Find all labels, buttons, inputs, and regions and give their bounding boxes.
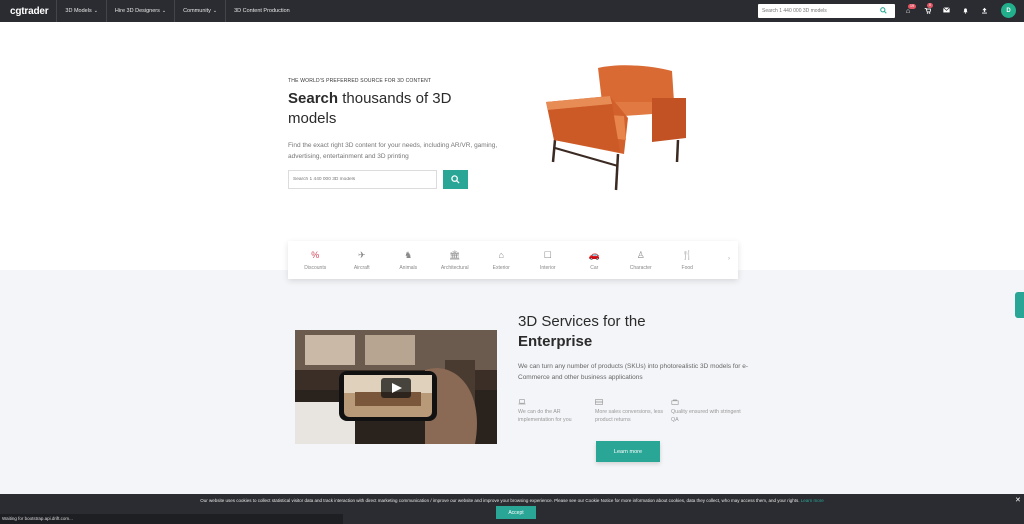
cookie-learn-more-link[interactable]: Learn more xyxy=(801,498,824,503)
home-badge: 19 xyxy=(908,3,916,9)
percent-icon: % xyxy=(311,249,320,260)
category-bar: % Discounts ✈ Aircraft ♞ Animals 🏛 Architect… xyxy=(288,241,738,279)
nav-item-hire-designers[interactable]: Hire 3D Designers ⌄ xyxy=(105,0,174,22)
airplane-icon: ✈ xyxy=(357,249,366,260)
nav-icons: ⌂ 19 0 xyxy=(904,0,988,22)
character-icon: ♙ xyxy=(636,249,645,260)
chevron-down-icon: ⌄ xyxy=(93,8,98,14)
cart-badge: 0 xyxy=(927,2,933,8)
feature-conversions: More sales conversions, less product ret… xyxy=(595,399,667,424)
hero-kicker: THE WORLD'S PREFERRED SOURCE FOR 3D CONT… xyxy=(288,78,432,84)
category-exterior[interactable]: ⌂ Exterior xyxy=(478,250,525,271)
category-animals[interactable]: ♞ Animals xyxy=(385,250,432,271)
feature-ar: We can do the AR implementation for you xyxy=(518,399,590,424)
quality-icon xyxy=(671,399,743,407)
feature-quality: Quality ensured with stringent QA xyxy=(671,399,743,424)
building-icon: 🏛 xyxy=(449,249,461,260)
category-architectural[interactable]: 🏛 Architectural xyxy=(432,250,479,271)
cart-icon[interactable]: 0 xyxy=(923,2,933,16)
category-interior[interactable]: ☐ Interior xyxy=(525,250,572,271)
chevron-right-icon[interactable]: › xyxy=(728,256,730,262)
nav-item-community[interactable]: Community ⌄ xyxy=(174,0,225,22)
learn-more-button[interactable]: Learn more xyxy=(596,441,660,462)
hero-search-input[interactable] xyxy=(288,170,437,189)
laptop-icon xyxy=(518,399,590,407)
mail-icon[interactable] xyxy=(942,7,950,15)
section-background xyxy=(0,270,1024,524)
enterprise-video[interactable] xyxy=(295,330,497,444)
category-food[interactable]: 🍴 Food xyxy=(664,250,711,271)
upload-icon[interactable] xyxy=(980,7,988,16)
category-aircraft[interactable]: ✈ Aircraft xyxy=(339,250,386,271)
feedback-tab[interactable] xyxy=(1015,292,1024,318)
nav-search-box xyxy=(758,4,895,18)
category-character[interactable]: ♙ Character xyxy=(618,250,665,271)
armchair-image xyxy=(546,65,686,191)
lamp-icon: ☐ xyxy=(543,249,552,260)
bell-icon[interactable] xyxy=(961,7,969,16)
hero-description: Find the exact right 3D content for your… xyxy=(288,142,498,160)
search-icon xyxy=(451,175,460,184)
enterprise-title: 3D Services for the Enterprise xyxy=(518,313,646,350)
car-icon: 🚗 xyxy=(588,249,600,260)
video-thumbnail xyxy=(295,330,497,444)
house-icon: ⌂ xyxy=(498,249,504,260)
nav-item-3d-models[interactable]: 3D Models ⌄ xyxy=(56,0,106,22)
category-discounts[interactable]: % Discounts xyxy=(292,250,339,271)
hero-title: Search thousands of 3D models xyxy=(288,90,452,127)
logo[interactable]: cgtrader xyxy=(10,6,49,17)
search-icon[interactable] xyxy=(876,6,890,16)
close-icon[interactable]: ✕ xyxy=(1015,496,1021,504)
accept-cookies-button[interactable]: Accept xyxy=(496,506,536,519)
list-icon xyxy=(595,399,667,407)
hero-search-button[interactable] xyxy=(443,170,468,189)
nav-search-input[interactable] xyxy=(758,5,876,17)
chevron-down-icon: ⌄ xyxy=(212,8,218,14)
chevron-down-icon: ⌄ xyxy=(161,8,167,14)
cutlery-icon: 🍴 xyxy=(681,249,693,260)
nav-item-content-production[interactable]: 3D Content Production xyxy=(225,0,298,22)
home-icon[interactable]: ⌂ 19 xyxy=(904,3,916,15)
cookie-text: Our website uses cookies to collect stat… xyxy=(200,498,824,503)
avatar[interactable]: D xyxy=(1001,3,1016,18)
animal-icon: ♞ xyxy=(404,249,413,260)
category-car[interactable]: 🚗 Car xyxy=(571,250,618,271)
enterprise-description: We can turn any number of products (SKUs… xyxy=(518,363,749,381)
browser-status-bar: Waiting for bootstrap.api.drift.com... xyxy=(0,514,343,524)
